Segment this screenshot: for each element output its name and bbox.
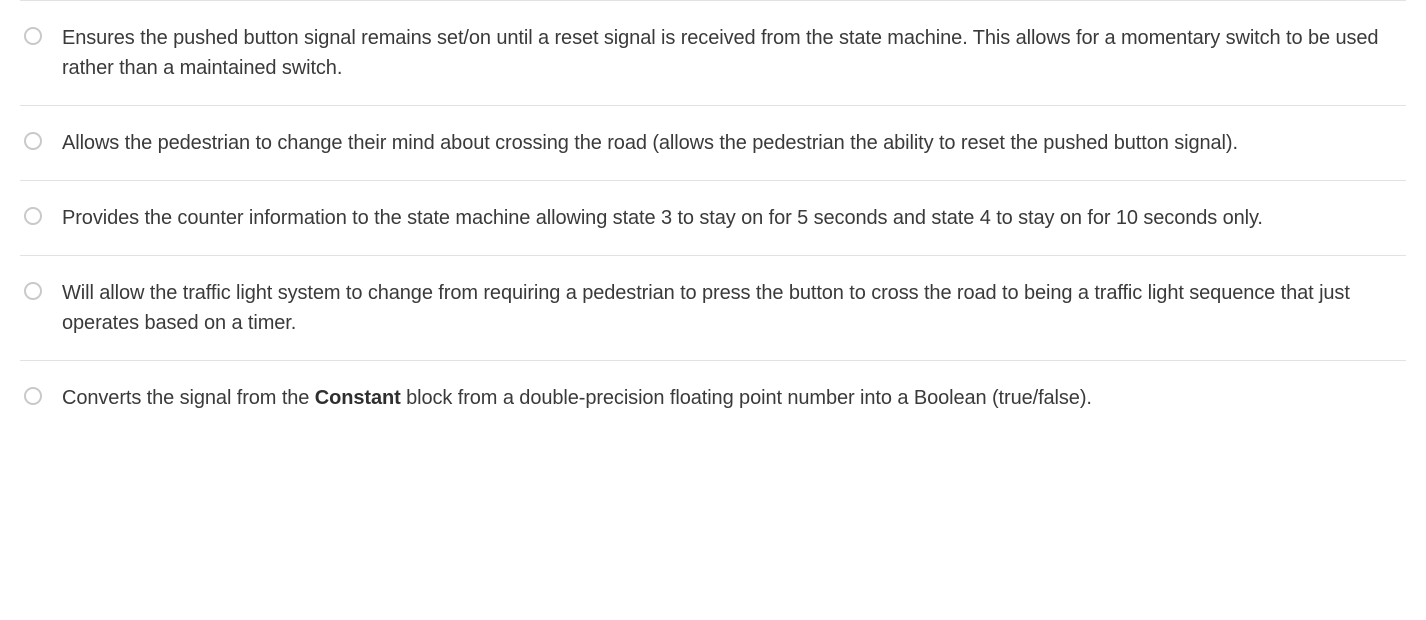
radio-icon[interactable] — [24, 132, 42, 150]
option-text: Allows the pedestrian to change their mi… — [62, 128, 1238, 158]
radio-icon[interactable] — [24, 282, 42, 300]
option-text: Will allow the traffic light system to c… — [62, 278, 1402, 338]
option-row[interactable]: Ensures the pushed button signal remains… — [20, 0, 1406, 105]
option-row[interactable]: Converts the signal from the Constant bl… — [20, 360, 1406, 435]
radio-icon[interactable] — [24, 207, 42, 225]
option-text: Provides the counter information to the … — [62, 203, 1263, 233]
options-list: Ensures the pushed button signal remains… — [20, 0, 1406, 435]
option-text: Ensures the pushed button signal remains… — [62, 23, 1402, 83]
option-text: Converts the signal from the Constant bl… — [62, 383, 1092, 413]
radio-icon[interactable] — [24, 387, 42, 405]
option-row[interactable]: Allows the pedestrian to change their mi… — [20, 105, 1406, 180]
option-text-pre: Converts the signal from the — [62, 387, 315, 409]
option-text-bold: Constant — [315, 387, 401, 409]
radio-icon[interactable] — [24, 27, 42, 45]
option-text-post: block from a double-precision floating p… — [401, 387, 1092, 409]
option-row[interactable]: Will allow the traffic light system to c… — [20, 255, 1406, 360]
option-row[interactable]: Provides the counter information to the … — [20, 180, 1406, 255]
